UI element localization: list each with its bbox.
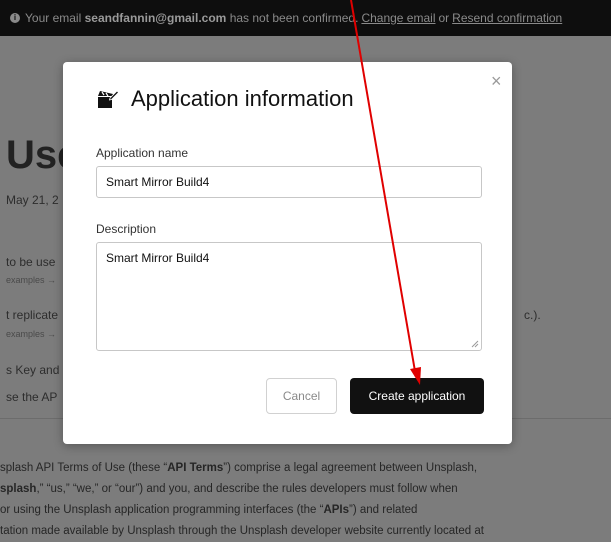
banner-message: has not been confirmed. <box>229 11 359 25</box>
change-email-link[interactable]: Change email <box>361 11 435 25</box>
paragraph-line: tation made available by Unsplash throug… <box>0 525 484 537</box>
close-icon[interactable]: × <box>491 71 502 92</box>
api-terms-paragraph: splash API Terms of Use (these “API Term… <box>0 458 611 542</box>
banner-or: or <box>438 11 450 25</box>
create-application-button[interactable]: Create application <box>350 378 484 414</box>
cancel-button[interactable]: Cancel <box>266 378 337 414</box>
bg-text-line: s Key and <box>6 363 60 377</box>
paragraph-line: splash,” “us,” “we,” or “our”) and you, … <box>0 483 458 495</box>
application-name-label: Application name <box>96 146 189 160</box>
modal-header: Application information <box>97 86 354 112</box>
email-confirmation-banner: i Your email seandfannin@gmail.com has n… <box>0 0 611 36</box>
banner-email: seandfannin@gmail.com <box>84 11 227 25</box>
modal-title: Application information <box>131 86 354 111</box>
page-date: May 21, 2 <box>6 193 59 207</box>
application-info-modal: × Application information Application na… <box>63 62 512 444</box>
bg-text-line: c.). <box>524 308 541 322</box>
resize-grip-icon[interactable] <box>471 340 479 348</box>
bg-text-line: se the AP <box>6 390 58 404</box>
bg-text-line: t replicate <box>6 308 59 322</box>
application-name-input[interactable] <box>96 166 482 198</box>
paragraph-line: or using the Unsplash application progra… <box>0 504 418 516</box>
bg-text-line: to be use <box>6 255 56 269</box>
description-textarea[interactable]: Smart Mirror Build4 <box>96 242 482 351</box>
info-icon: i <box>10 13 20 23</box>
paragraph-line: splash API Terms of Use (these “API Term… <box>0 462 478 474</box>
description-label: Description <box>96 222 157 236</box>
edit-clapper-icon <box>98 90 119 108</box>
banner-prefix: Your email <box>25 11 82 25</box>
resend-confirmation-link[interactable]: Resend confirmation <box>452 11 562 25</box>
bg-examples-link: examples → <box>6 329 57 339</box>
bg-examples-link: examples → <box>6 275 57 285</box>
